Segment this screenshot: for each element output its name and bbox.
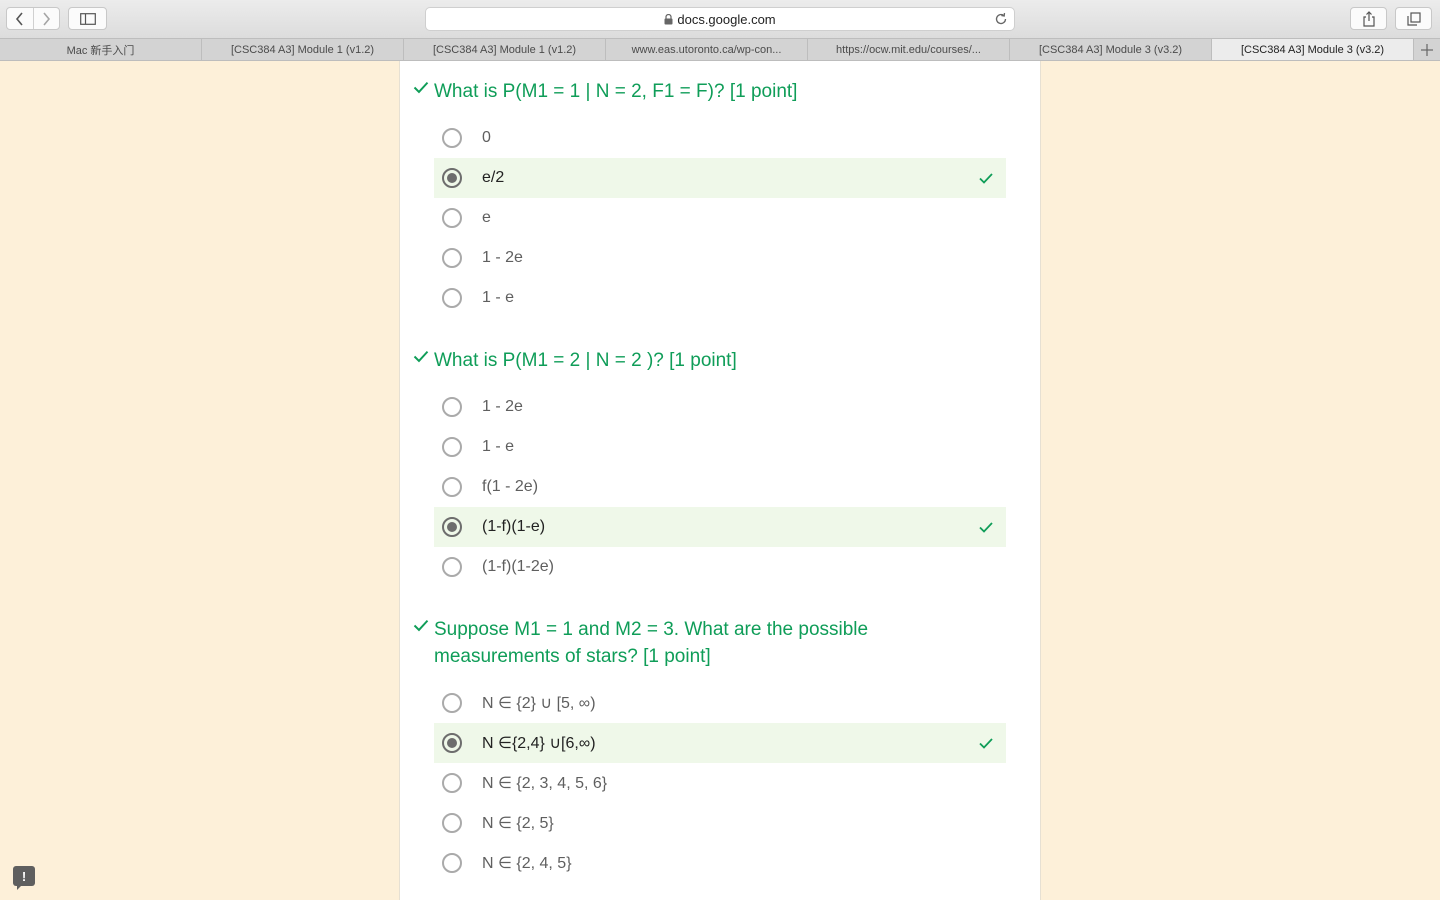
question-title: What is P(M1 = 1 | N = 2, F1 = F)? [1 po… bbox=[408, 78, 1008, 105]
correct-check-icon bbox=[979, 173, 993, 184]
sidebar-icon bbox=[79, 12, 96, 25]
chevron-left-icon bbox=[15, 11, 23, 26]
radio-button[interactable] bbox=[442, 557, 462, 577]
answer-option[interactable]: N ∈ {2, 3, 4, 5, 6} bbox=[434, 763, 1006, 803]
question-3: Suppose M1 = 1 and M2 = 3. What are the … bbox=[408, 616, 1008, 883]
correct-check-icon bbox=[979, 738, 993, 749]
answer-option[interactable]: 1 - e bbox=[434, 278, 1006, 318]
browser-tab[interactable]: [CSC384 A3] Module 1 (v1.2) bbox=[404, 39, 606, 60]
question-2: What is P(M1 = 2 | N = 2 )? [1 point] 1 … bbox=[408, 347, 1008, 587]
browser-tab[interactable]: www.eas.utoronto.ca/wp-con... bbox=[606, 39, 808, 60]
answer-option[interactable]: e bbox=[434, 198, 1006, 238]
radio-button[interactable] bbox=[442, 773, 462, 793]
back-button[interactable] bbox=[7, 8, 33, 29]
answer-option-selected[interactable]: e/2 bbox=[434, 158, 1006, 198]
radio-button[interactable] bbox=[442, 128, 462, 148]
radio-button[interactable] bbox=[442, 477, 462, 497]
answer-option[interactable]: 0 bbox=[434, 118, 1006, 158]
answer-option[interactable]: 1 - 2e bbox=[434, 387, 1006, 427]
answer-option[interactable]: N ∈ {2, 5} bbox=[434, 803, 1006, 843]
radio-button-checked[interactable] bbox=[442, 517, 462, 537]
sidebar-toggle-button[interactable] bbox=[68, 7, 107, 30]
answer-option[interactable]: N ∈ {2, 4, 5} bbox=[434, 843, 1006, 883]
share-button[interactable] bbox=[1350, 7, 1387, 30]
form-card: What is P(M1 = 1 | N = 2, F1 = F)? [1 po… bbox=[399, 61, 1041, 900]
answer-option-selected[interactable]: (1-f)(1-e) bbox=[434, 507, 1006, 547]
correct-check-icon bbox=[413, 619, 429, 632]
correct-check-icon bbox=[413, 81, 429, 94]
address-bar[interactable]: docs.google.com bbox=[425, 7, 1015, 31]
option-list: 0 e/2 e 1 - 2e 1 - e bbox=[434, 118, 1008, 318]
question-1: What is P(M1 = 1 | N = 2, F1 = F)? [1 po… bbox=[408, 78, 1008, 318]
radio-button[interactable] bbox=[442, 208, 462, 228]
lock-icon bbox=[664, 13, 673, 24]
radio-button[interactable] bbox=[442, 437, 462, 457]
radio-button[interactable] bbox=[442, 248, 462, 268]
new-tab-button[interactable] bbox=[1414, 39, 1440, 60]
answer-option[interactable]: f(1 - 2e) bbox=[434, 467, 1006, 507]
radio-button-checked[interactable] bbox=[442, 733, 462, 753]
plus-icon bbox=[1421, 43, 1433, 56]
answer-option[interactable]: (1-f)(1-2e) bbox=[434, 547, 1006, 587]
browser-tab[interactable]: [CSC384 A3] Module 1 (v1.2) bbox=[202, 39, 404, 60]
radio-button[interactable] bbox=[442, 288, 462, 308]
show-tabs-button[interactable] bbox=[1395, 7, 1432, 30]
forward-button[interactable] bbox=[32, 8, 59, 29]
tabs-overview-icon bbox=[1406, 11, 1421, 26]
browser-toolbar: docs.google.com bbox=[0, 0, 1440, 38]
url-text: docs.google.com bbox=[677, 11, 776, 27]
answer-option[interactable]: 1 - 2e bbox=[434, 238, 1006, 278]
browser-tab[interactable]: Mac 新手入门 bbox=[0, 39, 202, 60]
radio-button[interactable] bbox=[442, 397, 462, 417]
browser-tab-active[interactable]: [CSC384 A3] Module 3 (v3.2) bbox=[1212, 39, 1414, 60]
option-list: 1 - 2e 1 - e f(1 - 2e) (1-f)(1-e) (1-f)(… bbox=[434, 387, 1008, 587]
radio-button[interactable] bbox=[442, 813, 462, 833]
correct-check-icon bbox=[413, 350, 429, 363]
question-title: Suppose M1 = 1 and M2 = 3. What are the … bbox=[408, 616, 1008, 670]
radio-button[interactable] bbox=[442, 853, 462, 873]
correct-check-icon bbox=[979, 522, 993, 533]
nav-buttons bbox=[6, 7, 60, 30]
answer-option[interactable]: 1 - e bbox=[434, 427, 1006, 467]
option-list: N ∈ {2} ∪ [5, ∞) N ∈{2,4} ∪[6,∞) N ∈ {2,… bbox=[434, 683, 1008, 883]
chevron-right-icon bbox=[43, 11, 51, 26]
question-title: What is P(M1 = 2 | N = 2 )? [1 point] bbox=[408, 347, 1008, 374]
answer-option[interactable]: N ∈ {2} ∪ [5, ∞) bbox=[434, 683, 1006, 723]
feedback-button[interactable]: ! bbox=[13, 866, 35, 890]
answer-option-selected[interactable]: N ∈{2,4} ∪[6,∞) bbox=[434, 723, 1006, 763]
browser-tab[interactable]: https://ocw.mit.edu/courses/... bbox=[808, 39, 1010, 60]
radio-button[interactable] bbox=[442, 693, 462, 713]
tab-bar: Mac 新手入门 [CSC384 A3] Module 1 (v1.2) [CS… bbox=[0, 38, 1440, 61]
browser-tab[interactable]: [CSC384 A3] Module 3 (v3.2) bbox=[1010, 39, 1212, 60]
radio-button-checked[interactable] bbox=[442, 168, 462, 188]
share-icon bbox=[1362, 10, 1375, 27]
reload-icon[interactable] bbox=[993, 11, 1009, 27]
